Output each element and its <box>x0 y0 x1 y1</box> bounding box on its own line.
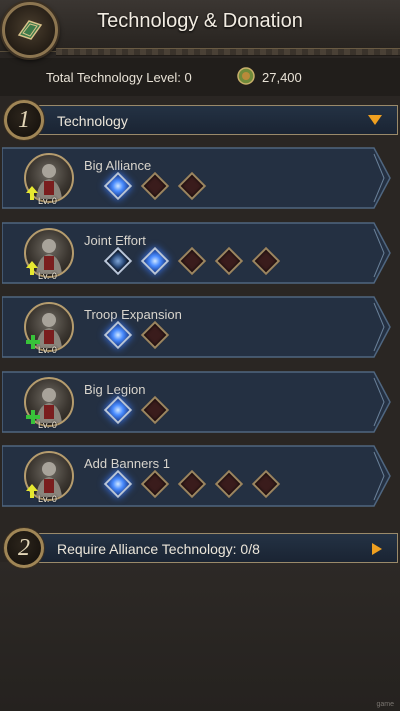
summary-bar: Total Technology Level: 0 27,400 <box>0 58 400 96</box>
chevron-down-icon <box>368 115 382 125</box>
tech-row[interactable]: Lv. 0 Troop Expansion <box>2 295 392 359</box>
upgrade-arrow-icon <box>26 186 38 200</box>
tech-row[interactable]: Lv. 0 Joint Effort <box>2 221 392 285</box>
total-tech-level: Total Technology Level: 0 <box>46 70 192 85</box>
technology-section-header[interactable]: Technology <box>22 105 398 135</box>
section-label: Require Alliance Technology: 0/8 <box>57 541 260 557</box>
tech-level: Lv. 0 <box>38 345 57 355</box>
tech-row[interactable]: Lv. 0 Big Alliance <box>2 146 392 210</box>
section-number-badge: 1 <box>4 100 44 140</box>
tech-level: Lv. 0 <box>38 196 57 206</box>
plus-icon <box>26 335 40 349</box>
tech-level: Lv. 0 <box>38 419 57 430</box>
tech-row[interactable]: Lv. 0 Big Legion <box>2 370 392 434</box>
tech-level: Lv. 0 <box>38 494 57 504</box>
back-button[interactable] <box>2 2 58 58</box>
tech-name: Add Banners 1 <box>84 456 171 471</box>
tech-name: Joint Effort <box>84 232 146 248</box>
scroll-emblem-icon <box>17 20 43 40</box>
section-number-badge: 2 <box>4 528 44 568</box>
header-ornament <box>56 48 400 56</box>
donation-coin-icon <box>237 67 255 85</box>
section-label: Technology <box>57 113 128 129</box>
tech-name: Big Legion <box>84 381 146 397</box>
watermark: game <box>376 701 394 708</box>
bottom-panel <box>0 562 400 711</box>
header-bar: Technology & Donation <box>0 0 400 52</box>
page-title: Technology & Donation <box>97 10 303 32</box>
tech-row[interactable]: Lv. 0 Add Banners 1 <box>2 444 392 508</box>
coin-amount: 27,400 <box>262 70 302 85</box>
require-alliance-tech-header[interactable]: Require Alliance Technology: 0/8 <box>22 533 398 563</box>
tech-name: Troop Expansion <box>84 307 182 322</box>
tech-level: Lv. 0 <box>38 270 57 281</box>
upgrade-arrow-icon <box>26 260 38 275</box>
plus-icon <box>26 409 40 424</box>
upgrade-arrow-icon <box>26 484 38 498</box>
chevron-right-icon <box>372 543 382 555</box>
